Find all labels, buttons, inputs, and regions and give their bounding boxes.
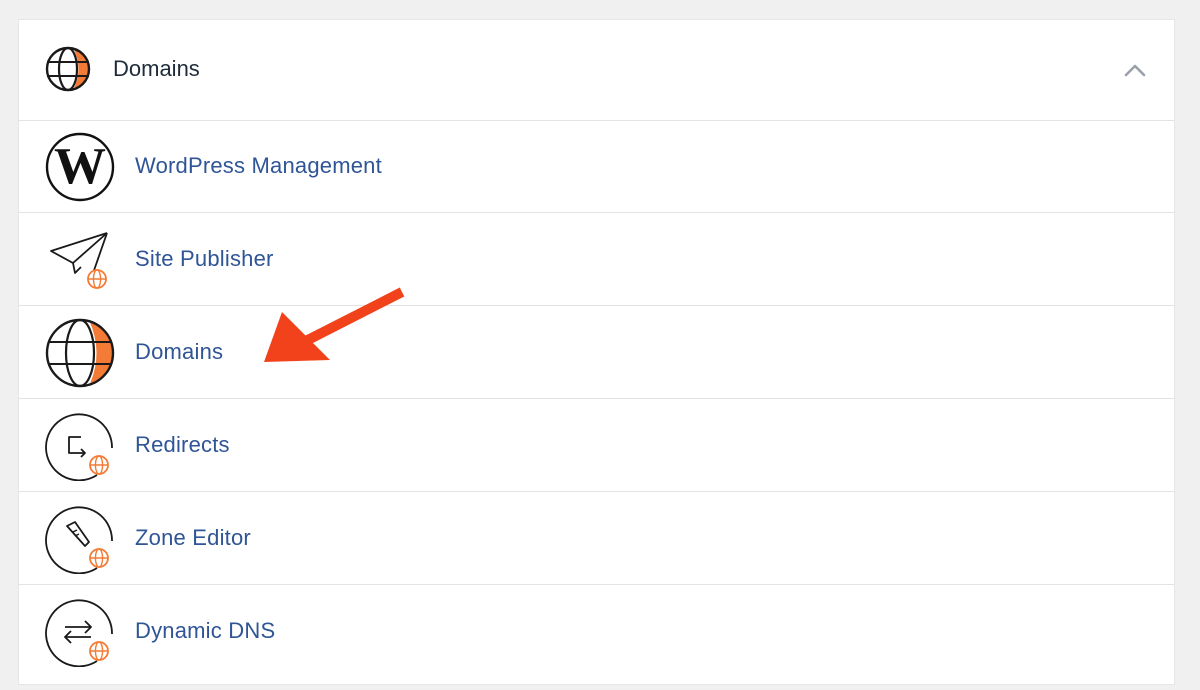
tool-list: W WordPress Management Site Publisher Do… bbox=[19, 120, 1174, 678]
globe-icon bbox=[45, 318, 115, 388]
domains-panel: Domains W WordPress Management Site Publ… bbox=[18, 19, 1175, 685]
panel-title: Domains bbox=[113, 56, 200, 81]
item-zone-editor[interactable]: Zone Editor bbox=[19, 492, 1174, 585]
panel-header[interactable]: Domains bbox=[19, 20, 1174, 121]
svg-text:W: W bbox=[54, 138, 106, 195]
item-dynamic-dns[interactable]: Dynamic DNS bbox=[19, 585, 1174, 678]
item-domains[interactable]: Domains bbox=[19, 306, 1174, 399]
redirect-icon bbox=[45, 411, 115, 481]
red-arrow-icon bbox=[262, 286, 412, 368]
item-label[interactable]: Dynamic DNS bbox=[135, 618, 275, 644]
item-label[interactable]: Redirects bbox=[135, 432, 230, 458]
item-wordpress-management[interactable]: W WordPress Management bbox=[19, 120, 1174, 213]
wordpress-icon: W bbox=[45, 132, 115, 202]
item-redirects[interactable]: Redirects bbox=[19, 399, 1174, 492]
item-label[interactable]: Site Publisher bbox=[135, 246, 274, 272]
pen-nib-icon bbox=[45, 504, 115, 574]
item-label[interactable]: Zone Editor bbox=[135, 525, 251, 551]
paper-plane-icon bbox=[45, 225, 115, 295]
globe-icon bbox=[45, 46, 91, 92]
item-label[interactable]: Domains bbox=[135, 339, 223, 365]
chevron-up-icon[interactable] bbox=[1122, 58, 1148, 82]
swap-arrows-icon bbox=[45, 597, 115, 667]
item-label[interactable]: WordPress Management bbox=[135, 153, 382, 179]
item-site-publisher[interactable]: Site Publisher bbox=[19, 213, 1174, 306]
